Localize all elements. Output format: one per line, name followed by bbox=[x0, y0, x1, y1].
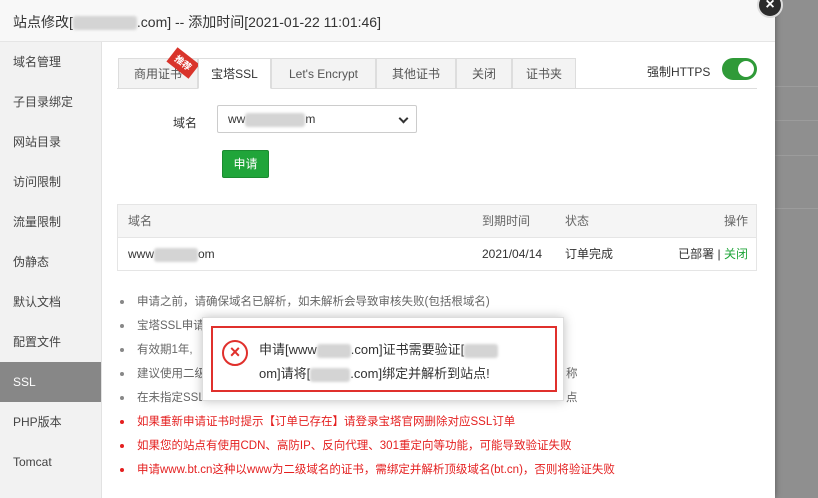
tab-cert-folder[interactable]: 证书夹 bbox=[512, 58, 576, 89]
table-row: www om 2021/04/14 订单完成 已部署 | 关闭 bbox=[118, 238, 756, 270]
cert-table: 域名 到期时间 状态 操作 www om 2021/04/14 订单完成 已部署 … bbox=[117, 204, 757, 271]
note-text: 在未指定SSL bbox=[137, 392, 205, 404]
redacted-domain bbox=[310, 367, 351, 382]
redacted-domain bbox=[464, 343, 499, 358]
site-edit-dialog: 站点修改[.com] -- 添加时间[2021-01-22 11:01:46] … bbox=[0, 0, 783, 498]
dialog-title-prefix: 站点修改[ bbox=[13, 14, 73, 30]
backdrop-divider bbox=[775, 155, 818, 156]
tab-lets-encrypt[interactable]: Let's Encrypt bbox=[271, 58, 376, 89]
toggle-knob bbox=[738, 61, 754, 77]
redacted-domain bbox=[316, 343, 351, 358]
sidebar-item-site-directory[interactable]: 网站目录 bbox=[0, 122, 101, 162]
domain-select[interactable]: ww m bbox=[217, 105, 417, 133]
chevron-down-icon bbox=[398, 113, 409, 124]
backdrop-divider bbox=[775, 86, 818, 87]
redacted-domain bbox=[72, 16, 137, 31]
sidebar-item-php-version[interactable]: PHP版本 bbox=[0, 402, 101, 442]
row-domain-suffix: om bbox=[198, 247, 215, 261]
deployed-label: 已部署 bbox=[678, 247, 715, 261]
dialog-header: 站点修改[ .com] -- 添加时间[2021-01-22 11:01:46] bbox=[0, 0, 775, 42]
note-tail: 点 bbox=[566, 392, 578, 404]
sidebar-item-domain-management[interactable]: 域名管理 bbox=[0, 42, 101, 82]
row-actions: 已部署 | 关闭 bbox=[678, 238, 748, 270]
backdrop-strip bbox=[775, 0, 818, 498]
tab-label: 商用证书 bbox=[133, 67, 182, 81]
column-header-domain: 域名 bbox=[128, 214, 153, 228]
tab-commercial-cert[interactable]: 商用证书 推荐 bbox=[118, 47, 200, 89]
dialog-title-suffix: .com] -- 添加时间[2021-01-22 11:01:46] bbox=[136, 14, 381, 30]
sidebar-item-subdirectory-binding[interactable]: 子目录绑定 bbox=[0, 82, 101, 122]
column-header-actions: 操作 bbox=[723, 214, 748, 228]
apply-button[interactable]: 申请 bbox=[222, 150, 269, 178]
row-status: 订单完成 bbox=[565, 247, 614, 261]
action-separator: | bbox=[717, 247, 721, 261]
list-item: 申请www.bt.cn这种以www为二级域名的证书，需绑定并解析顶级域名(bt.… bbox=[117, 458, 762, 482]
sidebar-item-config-file[interactable]: 配置文件 bbox=[0, 322, 101, 362]
close-cert-link[interactable]: 关闭 bbox=[724, 247, 748, 261]
ssl-panel: 商用证书 推荐 宝塔SSL Let's Encrypt 其他证书 关闭 证书夹 … bbox=[117, 42, 762, 498]
table-header: 域名 到期时间 状态 操作 bbox=[118, 205, 756, 238]
redacted-domain bbox=[245, 112, 306, 127]
domain-label: 域名 bbox=[173, 116, 198, 130]
error-text-part: om]请将[ bbox=[259, 366, 311, 381]
force-https-toggle[interactable] bbox=[722, 58, 757, 80]
tab-close[interactable]: 关闭 bbox=[456, 58, 512, 89]
note-tail: 称 bbox=[566, 368, 578, 380]
column-header-expire: 到期时间 bbox=[482, 214, 531, 228]
sidebar-item-ssl[interactable]: SSL bbox=[0, 362, 101, 402]
error-icon: × bbox=[222, 340, 248, 366]
force-https-label: 强制HTTPS bbox=[647, 65, 711, 79]
sidebar-item-rewrite[interactable]: 伪静态 bbox=[0, 242, 101, 282]
column-header-status: 状态 bbox=[565, 214, 590, 228]
error-message: 申请[www .com]证书需要验证[ om]请将[ .com]绑定并解析到站点! bbox=[259, 338, 549, 386]
error-toast-frame: × 申请[www .com]证书需要验证[ om]请将[ .com]绑定并解析到站点… bbox=[211, 326, 557, 392]
sidebar: 域名管理 子目录绑定 网站目录 访问限制 流量限制 伪静态 默认文档 配置文件 … bbox=[0, 42, 102, 498]
backdrop-divider bbox=[775, 208, 818, 209]
sidebar-item-default-document[interactable]: 默认文档 bbox=[0, 282, 101, 322]
row-expire-date: 2021/04/14 bbox=[482, 247, 543, 261]
list-item: 如果重新申请证书时提示【订单已存在】请登录宝塔官网删除对应SSL订单 bbox=[117, 410, 762, 434]
domain-value-suffix: m bbox=[305, 112, 316, 126]
sidebar-item-access-limit[interactable]: 访问限制 bbox=[0, 162, 101, 202]
note-text: 建议使用二级 bbox=[137, 368, 206, 380]
list-item: 申请之前，请确保域名已解析，如未解析会导致审核失败(包括根域名) bbox=[117, 290, 762, 314]
error-text-part: .com]绑定并解析到站点! bbox=[350, 366, 490, 381]
sidebar-item-tomcat[interactable]: Tomcat bbox=[0, 442, 101, 482]
redacted-domain bbox=[154, 247, 198, 262]
tab-bt-ssl[interactable]: 宝塔SSL bbox=[198, 58, 271, 89]
list-item: 如果您的站点有使用CDN、高防IP、反向代理、301重定向等功能，可能导致验证失… bbox=[117, 434, 762, 458]
row-domain: www om bbox=[128, 238, 215, 270]
domain-value-prefix: ww bbox=[228, 112, 246, 126]
row-domain-prefix: www bbox=[128, 247, 154, 261]
error-toast: × 申请[www .com]证书需要验证[ om]请将[ .com]绑定并解析到站点… bbox=[202, 317, 564, 401]
tab-other-cert[interactable]: 其他证书 bbox=[376, 58, 456, 89]
backdrop-divider bbox=[775, 120, 818, 121]
sidebar-item-traffic-limit[interactable]: 流量限制 bbox=[0, 202, 101, 242]
error-text-part: .com]证书需要验证[ bbox=[350, 342, 465, 357]
error-text-part: 申请[www bbox=[259, 342, 317, 357]
